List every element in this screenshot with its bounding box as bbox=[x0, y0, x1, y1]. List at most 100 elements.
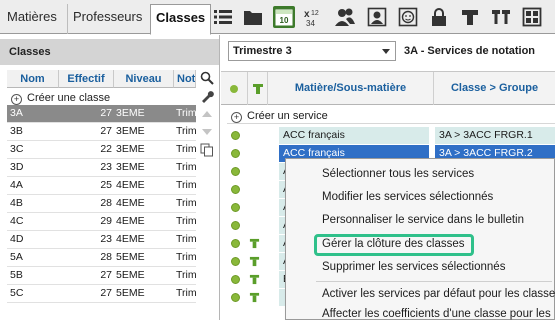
service-row[interactable]: ACC français 3A > 3ACC FRGR.1 bbox=[227, 127, 555, 145]
cell-classe: 3A > 3ACC FRGR.1 bbox=[435, 127, 555, 144]
table-row[interactable]: 3B 27 3EME Trim bbox=[7, 123, 196, 141]
t-green-icon bbox=[249, 292, 260, 306]
wrench-icon[interactable] bbox=[197, 87, 217, 105]
tab-professeurs[interactable]: Professeurs bbox=[67, 4, 147, 34]
t-symbol-icon[interactable] bbox=[459, 6, 481, 28]
column-header-effectif[interactable]: Effectif bbox=[59, 70, 114, 88]
lock-icon[interactable] bbox=[428, 6, 450, 28]
calendar-10-icon[interactable]: 10 bbox=[273, 6, 295, 28]
context-menu: Sélectionner tous les services Modifier … bbox=[285, 158, 555, 320]
cell-not: Trim bbox=[176, 107, 196, 119]
status-dot-icon bbox=[231, 131, 240, 140]
cell-not: Trim bbox=[176, 269, 196, 281]
top-toolbar: Matières Professeurs Classes 10 x 12 34 bbox=[0, 0, 555, 35]
copy-icon[interactable] bbox=[197, 141, 217, 159]
cell-nom: 4A bbox=[10, 179, 23, 191]
svg-text:12: 12 bbox=[311, 10, 319, 17]
list-icon[interactable] bbox=[212, 6, 234, 28]
classes-column-headers: Nom Effectif Niveau Not bbox=[7, 70, 196, 88]
plus-circle-icon: + bbox=[231, 112, 242, 123]
menu-item-assign-coefficients[interactable]: Affecter les coefficients d'une classe p… bbox=[322, 304, 551, 320]
status-dot-icon bbox=[231, 239, 240, 248]
column-header-not[interactable]: Not bbox=[174, 70, 196, 88]
menu-item-delete[interactable]: Supprimer les services sélectionnés bbox=[322, 257, 505, 277]
status-dot-icon bbox=[230, 85, 238, 93]
table-row[interactable]: 5A 28 5EME Trim bbox=[7, 249, 196, 267]
create-service-row[interactable]: + Créer un service bbox=[227, 108, 555, 124]
services-title: 3A - Services de notation bbox=[404, 45, 536, 57]
status-dot-icon bbox=[231, 149, 240, 158]
table-row[interactable]: 3D 23 3EME Trim bbox=[7, 159, 196, 177]
cell-not: Trim bbox=[176, 233, 196, 245]
menu-item-manage-closure[interactable]: Gérer la clôture des classes bbox=[322, 234, 465, 254]
table-row[interactable]: 4D 23 4EME Trim bbox=[7, 231, 196, 249]
create-class-label: Créer une classe bbox=[27, 92, 111, 104]
cell-effectif: 27 bbox=[100, 107, 112, 119]
cell-effectif: 23 bbox=[100, 161, 112, 173]
cell-effectif: 29 bbox=[100, 215, 112, 227]
column-header-matiere[interactable]: Matière/Sous-matière bbox=[268, 72, 434, 105]
status-dot-icon bbox=[231, 203, 240, 212]
face-icon[interactable] bbox=[397, 6, 419, 28]
plus-circle-icon: + bbox=[11, 94, 22, 105]
move-down-icon[interactable] bbox=[197, 123, 217, 141]
cell-effectif: 27 bbox=[100, 287, 112, 299]
column-header-nom[interactable]: Nom bbox=[7, 70, 59, 88]
cell-niveau: 4EME bbox=[116, 179, 145, 191]
cell-niveau: 4EME bbox=[116, 233, 145, 245]
calendar-text: 10 bbox=[280, 16, 289, 25]
t-green-icon bbox=[252, 84, 263, 94]
cell-nom: 5B bbox=[10, 269, 23, 281]
create-service-label: Créer un service bbox=[247, 110, 328, 122]
cell-effectif: 28 bbox=[100, 251, 112, 263]
cell-niveau: 3EME bbox=[116, 125, 145, 137]
table-row[interactable]: 4B 28 4EME Trim bbox=[7, 195, 196, 213]
status-dot-icon bbox=[231, 293, 240, 302]
cell-effectif: 27 bbox=[100, 125, 112, 137]
classes-panel-title: Classes bbox=[0, 39, 219, 65]
classes-panel: Classes Nom Effectif Niveau Not + Créer u… bbox=[0, 35, 220, 320]
grid-icon[interactable] bbox=[521, 6, 543, 28]
cell-nom: 5C bbox=[10, 287, 24, 299]
table-row[interactable]: 5C 27 5EME Trim bbox=[7, 285, 196, 303]
cell-not: Trim bbox=[176, 287, 196, 299]
cell-nom: 3A bbox=[10, 107, 23, 119]
cell-not: Trim bbox=[176, 143, 196, 155]
cell-not: Trim bbox=[176, 179, 196, 191]
search-icon[interactable] bbox=[197, 69, 217, 87]
menu-item-select-all[interactable]: Sélectionner tous les services bbox=[322, 164, 474, 184]
cell-nom: 4B bbox=[10, 197, 23, 209]
table-row[interactable]: 3C 22 3EME Trim bbox=[7, 141, 196, 159]
cell-effectif: 27 bbox=[100, 269, 112, 281]
services-column-headers: Matière/Sous-matière Classe > Groupe bbox=[221, 71, 555, 105]
table-row[interactable]: 4C 29 4EME Trim bbox=[7, 213, 196, 231]
portrait-icon[interactable] bbox=[366, 6, 388, 28]
menu-item-modify[interactable]: Modifier les services sélectionnés bbox=[322, 187, 493, 207]
period-select[interactable]: Trimestre 3 bbox=[228, 41, 396, 61]
cell-nom: 5A bbox=[10, 251, 23, 263]
folder-icon[interactable] bbox=[242, 6, 264, 28]
cell-nom: 3D bbox=[10, 161, 24, 173]
column-header-type[interactable] bbox=[248, 72, 268, 105]
cell-nom: 4C bbox=[10, 215, 24, 227]
x-squared-icon[interactable]: x 12 34 bbox=[303, 6, 325, 28]
users-icon[interactable] bbox=[334, 6, 356, 28]
table-row[interactable]: 4A 25 4EME Trim bbox=[7, 177, 196, 195]
column-header-niveau[interactable]: Niveau bbox=[114, 70, 174, 88]
tab-matieres[interactable]: Matières bbox=[2, 4, 62, 34]
tab-classes[interactable]: Classes bbox=[150, 4, 212, 35]
cell-matiere: ACC français bbox=[279, 127, 429, 144]
create-class-row[interactable]: + Créer une classe bbox=[7, 90, 196, 106]
menu-item-customize-bulletin[interactable]: Personnaliser le service dans le bulleti… bbox=[322, 210, 524, 230]
double-t-icon[interactable] bbox=[490, 6, 512, 28]
column-header-status[interactable] bbox=[221, 72, 248, 105]
cell-niveau: 4EME bbox=[116, 215, 145, 227]
move-up-icon[interactable] bbox=[197, 105, 217, 123]
cell-niveau: 5EME bbox=[116, 269, 145, 281]
column-header-classe[interactable]: Classe > Groupe bbox=[434, 72, 555, 105]
period-select-value: Trimestre 3 bbox=[233, 45, 292, 57]
table-row[interactable]: 5B 27 5EME Trim bbox=[7, 267, 196, 285]
menu-item-activate-defaults[interactable]: Activer les services par défaut pour les… bbox=[322, 284, 555, 304]
table-row[interactable]: 3A 27 3EME Trim bbox=[7, 105, 196, 123]
cell-not: Trim bbox=[176, 215, 196, 227]
